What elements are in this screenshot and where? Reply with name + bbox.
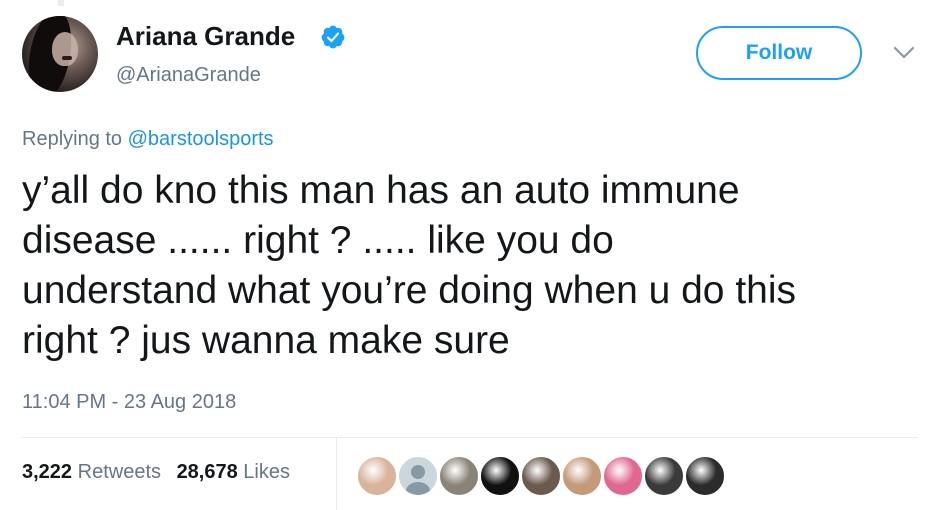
liker-avatar-1[interactable] xyxy=(356,455,398,497)
verified-badge-icon xyxy=(321,25,345,49)
tweet-timestamp[interactable]: 11:04 PM - 23 Aug 2018 xyxy=(22,388,236,416)
tweet-text-line: right ? jus wanna make sure xyxy=(22,319,510,362)
likes-count: 28,678 xyxy=(176,461,238,483)
stats-divider-vertical xyxy=(336,437,337,510)
likes-stat[interactable]: 28,678 Likes xyxy=(177,461,290,483)
retweets-count: 3,222 xyxy=(22,461,73,483)
chevron-down-icon[interactable] xyxy=(893,46,915,60)
retweets-label: Retweets xyxy=(77,461,161,483)
liker-avatar-4[interactable] xyxy=(479,455,521,497)
top-edge-fragment xyxy=(58,0,64,6)
avatar-face xyxy=(52,32,78,66)
liker-avatar-6[interactable] xyxy=(561,455,603,497)
liker-avatar-8[interactable] xyxy=(643,455,685,497)
tweet-text: y’all do kno this man has an auto immune… xyxy=(22,166,922,366)
tweet-text-line: y’all do kno this man has an auto immune xyxy=(22,169,740,212)
likes-label: Likes xyxy=(243,461,290,483)
liker-avatar-3[interactable] xyxy=(438,455,480,497)
tweet-text-line: understand what you’re doing when u do t… xyxy=(22,269,797,312)
author-handle[interactable]: @ArianaGrande xyxy=(116,62,261,88)
default-user-icon xyxy=(406,465,430,495)
reply-mention-link[interactable]: @barstoolsports xyxy=(128,128,274,150)
liker-avatar-5[interactable] xyxy=(520,455,562,497)
liker-avatars xyxy=(356,455,726,497)
author-avatar[interactable] xyxy=(22,16,98,92)
replying-to-line: Replying to @barstoolsports xyxy=(22,126,274,152)
tweet-text-line: disease ...... right ? ..... like you do xyxy=(22,219,614,262)
avatar-lips xyxy=(62,56,72,60)
liker-avatar-7[interactable] xyxy=(602,455,644,497)
tweet-card: Ariana Grande @ArianaGrande Follow Reply… xyxy=(0,0,938,510)
liker-avatar-2-default[interactable] xyxy=(397,455,439,497)
author-display-name[interactable]: Ariana Grande xyxy=(116,20,295,52)
replying-to-label: Replying to xyxy=(22,128,128,150)
tweet-stats: 3,222 Retweets 28,678 Likes xyxy=(22,458,290,486)
follow-button[interactable]: Follow xyxy=(696,26,862,80)
liker-avatar-9[interactable] xyxy=(684,455,726,497)
stats-divider-top xyxy=(22,437,918,438)
retweets-stat[interactable]: 3,222 Retweets xyxy=(22,461,161,483)
